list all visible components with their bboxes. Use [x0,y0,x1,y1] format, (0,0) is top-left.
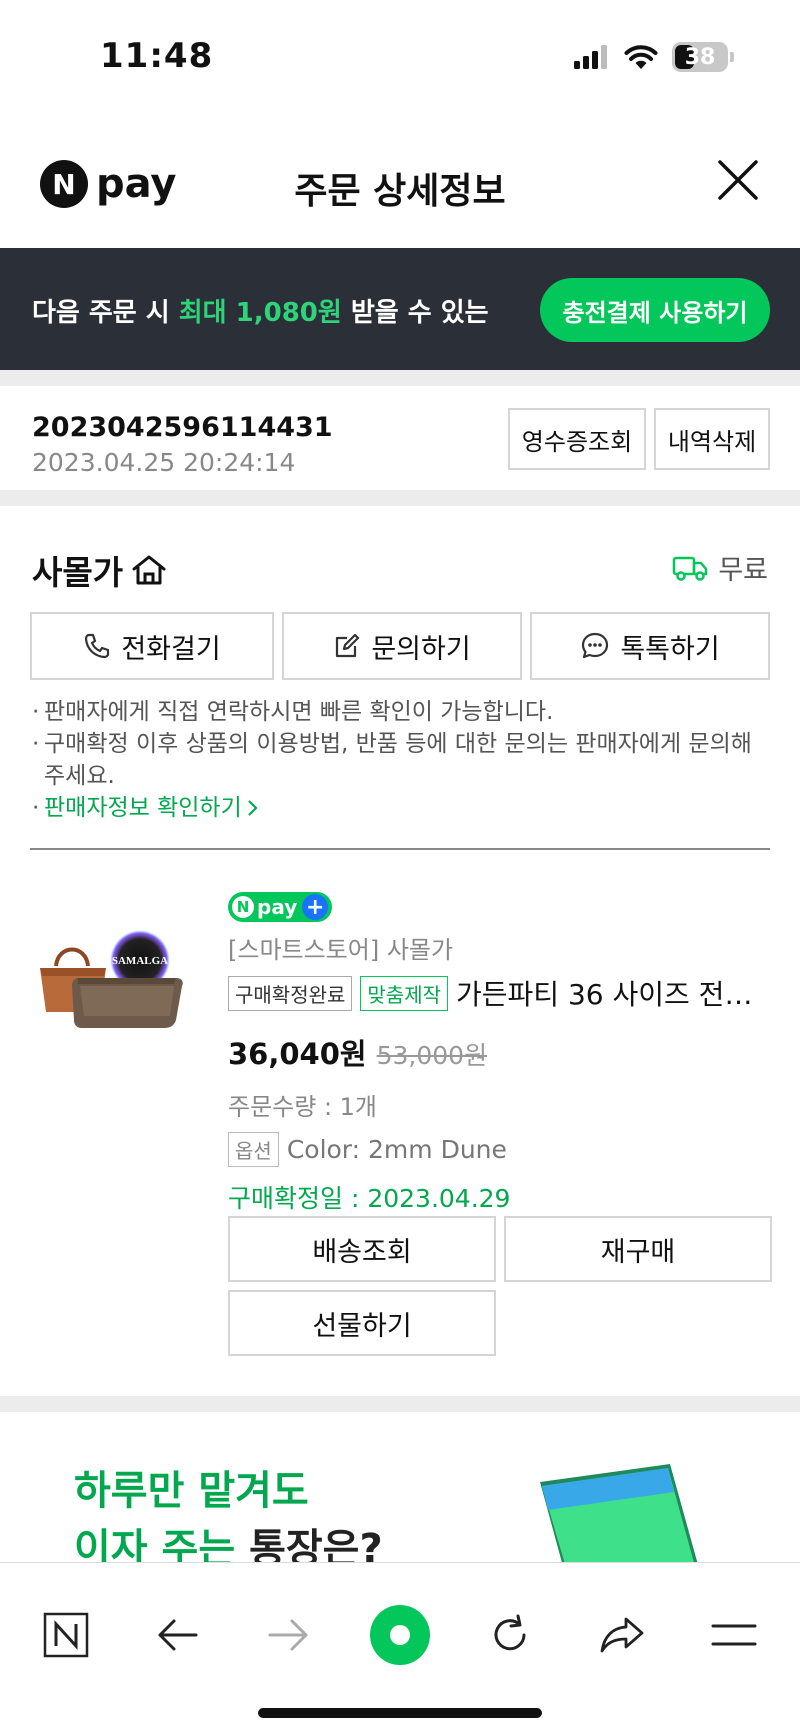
store-home-icon [132,555,166,585]
product-image: SAMALGA [40,930,183,1028]
status-tag: 구매확정완료 [228,975,353,1011]
status-time: 11:48 [100,36,214,76]
rebuy-button[interactable]: 재구매 [504,1216,772,1282]
edit-icon [336,633,360,658]
product-title-row[interactable]: 구매확정완료 맞춤제작 가든파티 36 사이즈 전용 백인백 이너백 [228,973,778,1013]
product-info: N pay + [스마트스토어] 사몰가 구매확정완료 맞춤제작 가든파티 36… [228,892,778,1215]
chevron-right-icon [247,800,258,816]
sale-price: 36,040원 [228,1037,367,1071]
page-title: 주문 상세정보 [294,171,506,212]
seller-name: 사몰가 [32,553,124,592]
talktalk-button[interactable]: 톡톡하기 [530,612,770,680]
promo-text-after: 받을 수 있는 [341,298,489,328]
close-button[interactable] [710,152,766,208]
status-bar: 11:48 38 [0,0,800,110]
section-divider [0,490,800,506]
bankbook-illustration [540,1464,698,1562]
delivery-info: 무료 [672,548,768,587]
phone-icon [85,633,110,659]
promo-banner: 다음 주문 시 최대 1,080원 받을 수 있는 충전결제 사용하기 [0,248,800,370]
custom-made-tag: 맞춤제작 [360,975,449,1011]
charge-pay-button[interactable]: 충전결제 사용하기 [540,278,770,342]
promo-text-before: 다음 주문 시 [32,298,179,328]
note-item: · 판매자에게 직접 연락하시면 빠른 확인이 가능합니다. [32,696,772,728]
green-dot-icon[interactable] [368,1603,432,1667]
note-item: · 구매확정 이후 상품의 이용방법, 반품 등에 대한 문의는 판매자에게 문의… [32,728,772,792]
npay-badge-text: pay [257,895,298,919]
seller-info-link[interactable]: · 판매자정보 확인하기 [32,792,772,824]
battery-level: 38 [684,44,716,70]
call-button[interactable]: 전화걸기 [30,612,274,680]
order-actions: 영수증조회 내역삭제 [508,408,770,470]
inquiry-button[interactable]: 문의하기 [282,612,522,680]
product-actions: 배송조회 재구매 선물하기 [228,1216,772,1356]
delivery-fee: 무료 [718,555,768,586]
store-name: [스마트스토어] 사몰가 [228,936,454,964]
receipt-button[interactable]: 영수증조회 [508,408,646,470]
forward-icon[interactable] [258,1605,318,1665]
ad-line-2: 이자 주는 통장은? [74,1520,383,1562]
naver-home-icon[interactable] [36,1605,96,1665]
wifi-icon [624,45,658,69]
status-icons: 38 [574,42,734,72]
plus-icon: + [302,894,329,920]
section-divider [0,370,800,386]
refresh-icon[interactable] [480,1605,540,1665]
seller-name-row[interactable]: 사몰가 [32,546,167,594]
delete-history-button[interactable]: 내역삭제 [654,408,770,470]
track-delivery-button[interactable]: 배송조회 [228,1216,496,1282]
seller-info-link-label: 판매자정보 확인하기 [44,795,242,821]
chat-bubble-icon [582,632,609,659]
order-quantity: 주문수량 : 1개 [228,1093,378,1121]
seller-notes: · 판매자에게 직접 연락하시면 빠른 확인이 가능합니다. · 구매확정 이후 상… [32,696,772,824]
section-divider [0,1396,800,1412]
option-value: Color: 2mm Dune [286,1135,507,1164]
talktalk-button-label: 톡톡하기 [620,633,720,665]
product-title: 가든파티 36 사이즈 전용 백인백 이너백 [456,978,778,1011]
ad-line-1: 하루만 맡겨도 [74,1468,309,1514]
order-info: 2023042596114431 2023.04.25 20:24:14 영수증… [0,386,800,490]
call-button-label: 전화걸기 [121,633,221,665]
note-text: 구매확정 이후 상품의 이용방법, 반품 등에 대한 문의는 판매자에게 문의해… [44,731,752,789]
signal-icon [574,45,607,69]
menu-icon[interactable] [704,1605,764,1665]
inquiry-button-label: 문의하기 [371,633,471,665]
promo-text: 다음 주문 시 최대 1,080원 받을 수 있는 [32,292,489,329]
note-text: 판매자에게 직접 연락하시면 빠른 확인이 가능합니다. [44,699,554,725]
svg-text:SAMALGA: SAMALGA [112,955,168,967]
divider-line [30,848,770,850]
option-row: 옵션 Color: 2mm Dune [228,1132,778,1167]
browser-toolbar [0,1562,800,1734]
ad-line-2-dark: 통장은? [249,1526,383,1562]
ad-banner[interactable]: 하루만 맡겨도 이자 주는 통장은? [0,1412,800,1562]
close-icon [718,160,758,200]
option-tag: 옵션 [228,1132,279,1167]
purchase-confirm-date: 구매확정일 : 2023.04.29 [228,1184,511,1213]
truck-icon [673,556,708,581]
order-number: 2023042596114431 [32,412,333,443]
battery-icon: 38 [672,42,728,72]
contact-buttons: 전화걸기 문의하기 톡톡하기 [30,612,770,680]
price-row: 36,040원 53,000원 [228,1031,778,1073]
ad-line-2-green: 이자 주는 [74,1526,250,1562]
npay-badge-n: N [232,896,254,918]
gift-button[interactable]: 선물하기 [228,1290,496,1356]
product-thumbnail[interactable]: SAMALGA [36,924,196,1054]
ad-text: 하루만 맡겨도 이자 주는 통장은? [74,1462,383,1562]
back-icon[interactable] [148,1605,208,1665]
share-icon[interactable] [592,1605,652,1665]
home-indicator [258,1708,542,1718]
promo-highlight: 최대 1,080원 [178,298,342,328]
npay-plus-badge: N pay + [228,892,333,922]
nav-header: N pay 주문 상세정보 [0,130,800,248]
original-price: 53,000원 [376,1041,488,1070]
order-datetime: 2023.04.25 20:24:14 [32,448,296,477]
